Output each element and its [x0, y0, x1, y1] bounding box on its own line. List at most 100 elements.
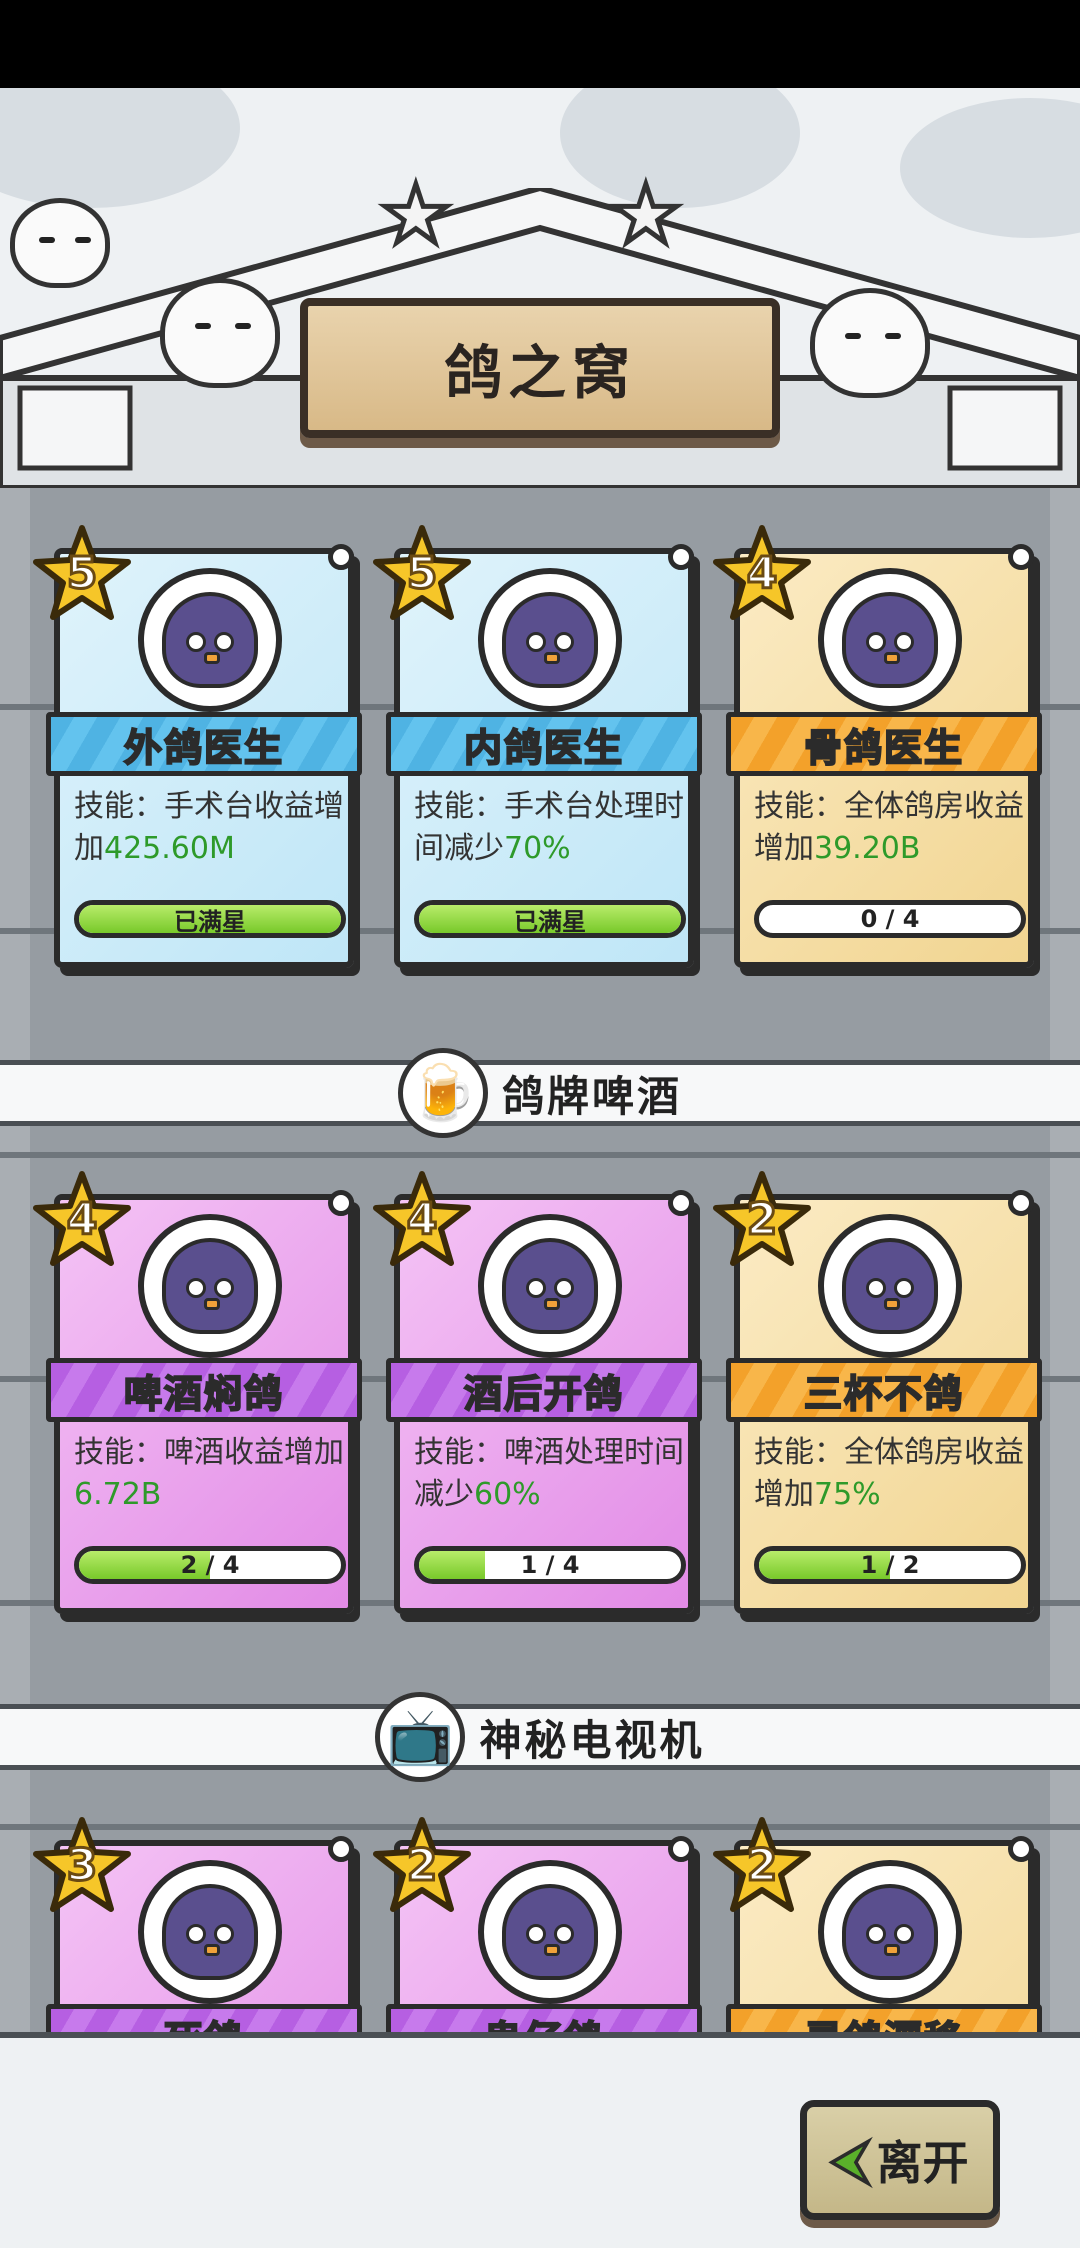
skill-value: 425.60M [104, 831, 235, 866]
skill-value: 6.72B [74, 1477, 162, 1512]
star-progress-bar: 1 / 2 [754, 1546, 1026, 1584]
pigeon-portrait [478, 1214, 622, 1358]
star-count: 4 [405, 1193, 439, 1247]
star-level-badge: 4 [32, 1170, 132, 1270]
skill-value: 75% [814, 1477, 881, 1512]
status-bar [0, 0, 1080, 88]
white-pigeon-left-icon [160, 278, 280, 388]
star-level-badge: 3 [32, 1816, 132, 1916]
roof-header: ★ ★ 鸽之窝 [0, 88, 1080, 488]
progress-label: 2 / 4 [180, 1551, 240, 1579]
pigeon-portrait [478, 568, 622, 712]
roof-star-icon: ★ [608, 166, 685, 264]
page-curl-icon [328, 544, 354, 570]
progress-label: 已满星 [514, 907, 586, 936]
pigeon-card[interactable]: 5 外鸽医生技能：手术台收益增加425.60M 已满星 [33, 525, 362, 968]
star-count: 4 [65, 1193, 99, 1247]
progress-label: 1 / 4 [520, 1551, 580, 1579]
pigeon-portrait [138, 1860, 282, 2004]
star-level-badge: 5 [32, 524, 132, 624]
pigeon-avatar-icon [162, 1238, 258, 1334]
star-level-badge: 2 [712, 1816, 812, 1916]
pigeon-avatar-icon [842, 1238, 938, 1334]
star-level-badge: 5 [372, 524, 472, 624]
pigeon-card[interactable]: 4 酒后开鸽技能：啤酒处理时间减少60% 1 / 4 [373, 1171, 702, 1614]
white-pigeon-corner-icon [10, 198, 110, 288]
pigeon-portrait [818, 1214, 962, 1358]
pigeon-portrait [138, 1214, 282, 1358]
star-progress-bar: 2 / 4 [74, 1546, 346, 1584]
pigeon-portrait [818, 568, 962, 712]
progress-label: 0 / 4 [860, 905, 920, 933]
star-count: 5 [405, 547, 439, 601]
pigeon-card[interactable]: 2 三杯不鸽技能：全体鸽房收益增加75% 1 / 2 [713, 1171, 1042, 1614]
beer-mug-icon: 🍺 [397, 1048, 488, 1138]
card-name: 外鸽医生 [46, 712, 362, 776]
star-level-badge: 2 [372, 1816, 472, 1916]
star-count: 2 [745, 1193, 779, 1247]
star-progress-bar: 已满星 [74, 900, 346, 938]
page-curl-icon [1008, 1836, 1034, 1862]
card-name: 啤酒焖鸽 [46, 1358, 362, 1422]
skill-text: 技能：手术台处理时间减少70% [414, 786, 686, 870]
tv-icon: 📺 [375, 1692, 466, 1782]
skill-prefix: 技能：啤酒收益增加 [74, 1435, 344, 1470]
page-title: 鸽之窝 [443, 339, 636, 407]
page-curl-icon [1008, 1190, 1034, 1216]
skill-value: 60% [474, 1477, 541, 1512]
skill-text: 技能：啤酒处理时间减少60% [414, 1432, 686, 1516]
star-count: 2 [405, 1839, 439, 1893]
star-progress-bar: 0 / 4 [754, 900, 1026, 938]
skill-value: 70% [504, 831, 571, 866]
star-level-badge: 4 [372, 1170, 472, 1270]
section-title: 神秘电视机 [479, 1715, 705, 1765]
card-name: 骨鸽医生 [726, 712, 1042, 776]
skill-text: 技能：全体鸽房收益增加75% [754, 1432, 1026, 1516]
star-level-badge: 4 [712, 524, 812, 624]
leave-label: 离开 [876, 2136, 969, 2190]
section-header-tv: 📺 神秘电视机 [0, 1692, 1080, 1782]
pigeon-card[interactable]: 4 骨鸽医生技能：全体鸽房收益增加39.20B 0 / 4 [713, 525, 1042, 968]
roof-star-icon: ★ [378, 166, 455, 264]
page-curl-icon [328, 1836, 354, 1862]
progress-label: 1 / 2 [860, 1551, 920, 1579]
skill-text: 技能：手术台收益增加425.60M [74, 786, 346, 870]
skill-prefix: 技能：啤酒处理时间减少 [414, 1435, 684, 1512]
title-plank: 鸽之窝 [300, 298, 780, 438]
pigeon-avatar-icon [842, 592, 938, 688]
section-header-beer: 🍺 鸽牌啤酒 [0, 1048, 1080, 1138]
pigeon-portrait [478, 1860, 622, 2004]
pigeon-avatar-icon [502, 592, 598, 688]
pigeon-portrait [818, 1860, 962, 2004]
pigeon-avatar-icon [502, 1884, 598, 1980]
pigeon-card[interactable]: 5 内鸽医生技能：手术台处理时间减少70% 已满星 [373, 525, 702, 968]
progress-label: 已满星 [174, 907, 246, 936]
star-level-badge: 2 [712, 1170, 812, 1270]
pigeon-avatar-icon [162, 1884, 258, 1980]
white-pigeon-right-icon [810, 288, 930, 398]
pigeon-card[interactable]: 4 啤酒焖鸽技能：啤酒收益增加 6.72B 2 / 4 [33, 1171, 362, 1614]
star-progress-bar: 已满星 [414, 900, 686, 938]
star-count: 4 [745, 547, 779, 601]
skill-prefix: 技能：全体鸽房收益增加 [754, 1435, 1024, 1512]
pigeon-avatar-icon [842, 1884, 938, 1980]
skill-value: 39.20B [814, 831, 921, 866]
pigeon-avatar-icon [502, 1238, 598, 1334]
skill-text: 技能：全体鸽房收益增加39.20B [754, 786, 1026, 870]
card-name: 三杯不鸽 [726, 1358, 1042, 1422]
card-name: 内鸽医生 [386, 712, 702, 776]
page-curl-icon [328, 1190, 354, 1216]
star-count: 2 [745, 1839, 779, 1893]
pigeon-avatar-icon [162, 592, 258, 688]
skill-text: 技能：啤酒收益增加 6.72B [74, 1432, 346, 1516]
card-name: 酒后开鸽 [386, 1358, 702, 1422]
star-progress-bar: 1 / 4 [414, 1546, 686, 1584]
leave-button[interactable]: ⮜ 离开 [800, 2100, 1000, 2220]
page-curl-icon [668, 544, 694, 570]
page-curl-icon [668, 1836, 694, 1862]
page-curl-icon [1008, 544, 1034, 570]
page-curl-icon [668, 1190, 694, 1216]
star-count: 3 [65, 1839, 99, 1893]
section-title: 鸽牌啤酒 [501, 1071, 682, 1121]
back-arrow-icon: ⮜ [831, 2129, 870, 2191]
